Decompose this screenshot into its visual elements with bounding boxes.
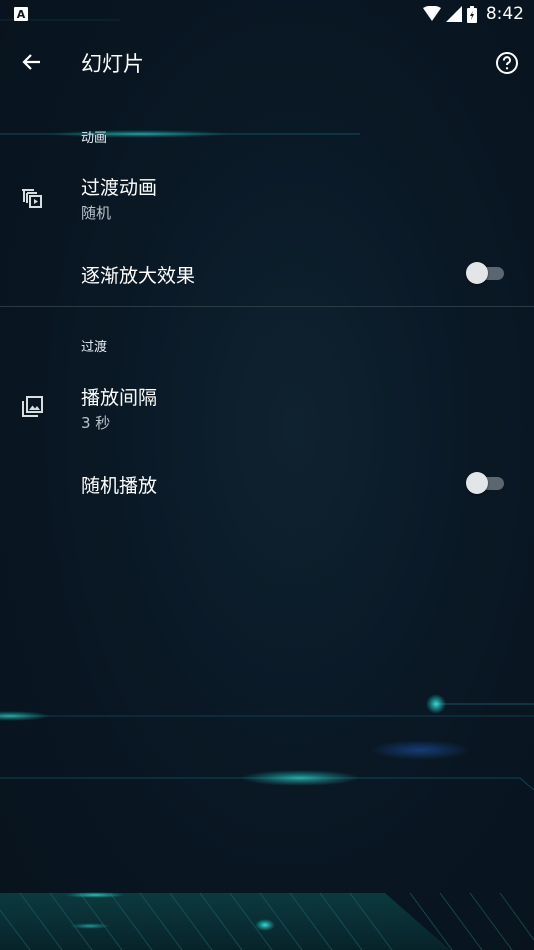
page-title: 幻灯片 (81, 52, 144, 76)
app-bar: 幻灯片 (0, 28, 534, 98)
shuffle-switch[interactable] (466, 471, 506, 495)
section-header-animation: 动画 (81, 131, 108, 146)
shuffle-item[interactable]: 随机播放 (0, 455, 534, 513)
play-interval-title: 播放间隔 (81, 387, 158, 409)
back-button[interactable] (14, 44, 50, 80)
zoom-effect-title: 逐渐放大效果 (81, 265, 196, 287)
switch-thumb (466, 262, 488, 284)
section-header-transition: 过渡 (81, 340, 108, 355)
photo-library-icon (22, 396, 43, 417)
status-time: 8:42 (485, 4, 524, 24)
transition-animation-item[interactable]: 过渡动画 随机 (0, 160, 534, 240)
help-circle-icon (496, 52, 518, 74)
shuffle-title: 随机播放 (81, 475, 158, 497)
switch-thumb (466, 472, 488, 494)
arrow-back-icon (22, 54, 40, 70)
zoom-effect-switch[interactable] (466, 261, 506, 285)
slideshow-transition-icon (22, 189, 42, 208)
transition-animation-title: 过渡动画 (81, 177, 158, 199)
status-bar: A 8:42 (0, 0, 534, 28)
transition-animation-summary: 随机 (81, 204, 112, 222)
help-button[interactable] (490, 46, 524, 80)
section-divider (0, 306, 534, 307)
battery-icon (466, 5, 477, 23)
cell-signal-icon (445, 6, 462, 22)
play-interval-summary: 3 秒 (81, 414, 111, 432)
wifi-icon (422, 6, 441, 21)
play-interval-item[interactable]: 播放间隔 3 秒 (0, 370, 534, 450)
a-icon: A (14, 7, 28, 21)
zoom-effect-item[interactable]: 逐渐放大效果 (0, 245, 534, 303)
